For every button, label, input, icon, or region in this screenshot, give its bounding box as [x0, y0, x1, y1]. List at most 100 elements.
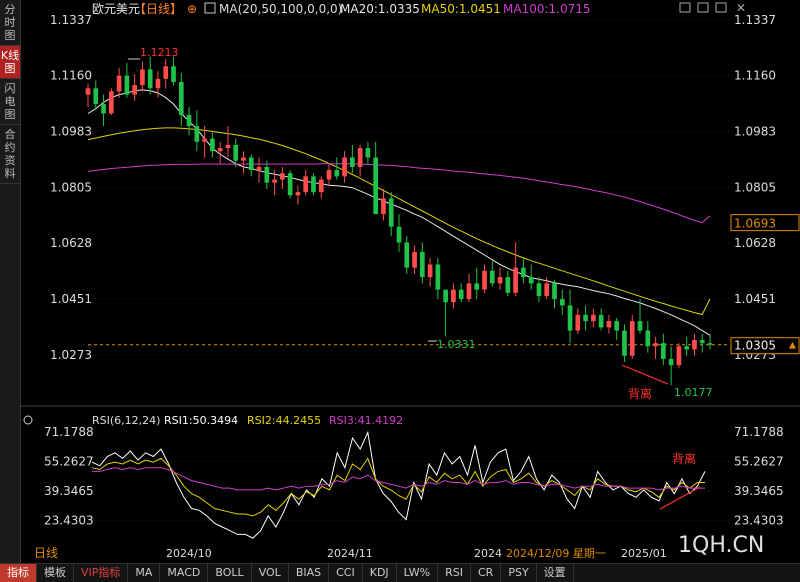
divergence-line-price [621, 364, 669, 385]
rsi-title: RSI(6,12,24) [92, 414, 160, 427]
candle-body [272, 179, 277, 183]
chart-canvas: 欧元美元【日线】 ⊕ MA(20,50,100,0,0,0)MA20:1.0335 M… [20, 1, 800, 560]
period-tag: 日线 [34, 546, 58, 560]
candle-body [381, 198, 386, 215]
candle-body [171, 66, 176, 82]
rsi-tick-left: 71.1788 [44, 425, 94, 439]
candle-body [225, 144, 231, 149]
settings-icon[interactable] [23, 415, 33, 425]
price-tick-right: 1.0805 [734, 180, 776, 194]
candle-body [575, 314, 581, 331]
candle-body [466, 283, 472, 300]
x-axis-label: 2024 [474, 547, 502, 560]
candle-body [707, 343, 713, 345]
candle-body [318, 179, 324, 193]
candle-body [116, 75, 122, 92]
candle-body [567, 305, 573, 331]
period-label: 【日线】 [134, 2, 182, 16]
tab-3[interactable]: MA [128, 564, 161, 582]
candle-body [311, 176, 316, 193]
candle-body [295, 192, 301, 196]
candle-body [443, 289, 448, 303]
candle-body [217, 148, 223, 152]
tab-11[interactable]: RSI [438, 564, 471, 582]
candle-body [684, 346, 690, 350]
rsi-tick-left: 23.4303 [44, 514, 94, 528]
candle-body [528, 277, 534, 284]
candle-body [427, 264, 433, 278]
watermark: 1QH.CN [678, 533, 764, 558]
tab-12[interactable]: CR [471, 564, 502, 582]
rsi-line-rsi2 [91, 457, 705, 517]
rsi2-legend: RSI2:44.2455 [247, 414, 321, 427]
candle-body [124, 75, 130, 95]
current-price-label: 1.0305 [734, 339, 776, 353]
price-tick-left: 1.0451 [50, 292, 92, 306]
tab-13[interactable]: PSY [501, 564, 537, 582]
grid-icon[interactable] [697, 2, 709, 13]
indicator-tab-bar: 指标 模板 VIP指标 MA MACD BOLL VOL BIAS CCI KDJ LW% RSI CR… [0, 563, 800, 582]
price-tick-left: 1.0273 [50, 348, 92, 362]
candle-body [202, 138, 207, 142]
tab-4[interactable]: MACD [160, 564, 209, 582]
candle-body [186, 115, 192, 127]
x-axis-label: 2024/11 [327, 547, 373, 560]
candle-body [606, 321, 612, 328]
tab-8[interactable]: CCI [329, 564, 363, 582]
candle-body [326, 170, 332, 180]
rsi-line-rsi1 [91, 430, 706, 539]
divergence-label-rsi: 背离 [672, 451, 696, 466]
candle-body [591, 314, 596, 322]
candle-body [513, 267, 518, 293]
price-tick-right: 1.1160 [734, 69, 776, 83]
price-tick-right: 1.1337 [734, 13, 776, 27]
price-tick-left: 1.0628 [50, 236, 92, 250]
candle-body [365, 148, 371, 158]
candle-body [334, 170, 340, 177]
candle-body [303, 176, 309, 193]
candle-body [552, 283, 557, 300]
candle-body [505, 277, 511, 293]
candle-body [474, 283, 480, 290]
candle-body [419, 251, 425, 278]
candle-body [629, 321, 635, 356]
candle-body [622, 330, 627, 356]
tab-6[interactable]: VOL [252, 564, 289, 582]
candle-body [155, 78, 161, 89]
date-info: 2024/12/09 星期一 [506, 547, 606, 560]
tab-1[interactable]: 模板 [37, 564, 74, 582]
image-icon[interactable] [679, 2, 691, 13]
low-annotation-mid: 1.0331 [437, 338, 476, 351]
price-tick-left: 1.1337 [50, 13, 92, 27]
candle-body [373, 157, 379, 215]
candle-body [521, 267, 526, 278]
tab-5[interactable]: BOLL [208, 564, 252, 582]
candle-body [653, 343, 658, 347]
rsi-tick-right: 55.2627 [734, 455, 784, 469]
rsi3-legend: RSI3:41.4192 [329, 414, 403, 427]
image-icon[interactable] [204, 2, 216, 14]
candle-body [489, 270, 495, 284]
tab-7[interactable]: BIAS [289, 564, 330, 582]
tab-9[interactable]: KDJ [363, 564, 397, 582]
candle-body [163, 66, 169, 79]
rsi-tick-right: 23.4303 [734, 514, 784, 528]
tab-10[interactable]: LW% [397, 564, 439, 582]
ma100-label: MA100:1.0715 [503, 2, 591, 16]
x-axis-label: 2025/01 [621, 547, 667, 560]
low-annotation: 1.0177 [674, 386, 713, 399]
price-tick-left: 1.0983 [50, 124, 92, 138]
price-tick-right: 1.0983 [734, 124, 776, 138]
candle-body [93, 88, 99, 105]
divergence-label-price: 背离 [628, 386, 652, 401]
candle-body [388, 198, 394, 227]
tab-14[interactable]: 设置 [537, 564, 574, 582]
candle-body [241, 157, 246, 161]
tab-0[interactable]: 指标 [0, 564, 37, 582]
candle-body [248, 157, 254, 171]
x-axis-label: 2024/10 [166, 547, 212, 560]
candle-body [140, 69, 145, 86]
crosshair-icon[interactable]: ⊕ [187, 2, 197, 16]
expand-icon[interactable] [715, 2, 727, 13]
tab-2[interactable]: VIP指标 [74, 564, 129, 582]
